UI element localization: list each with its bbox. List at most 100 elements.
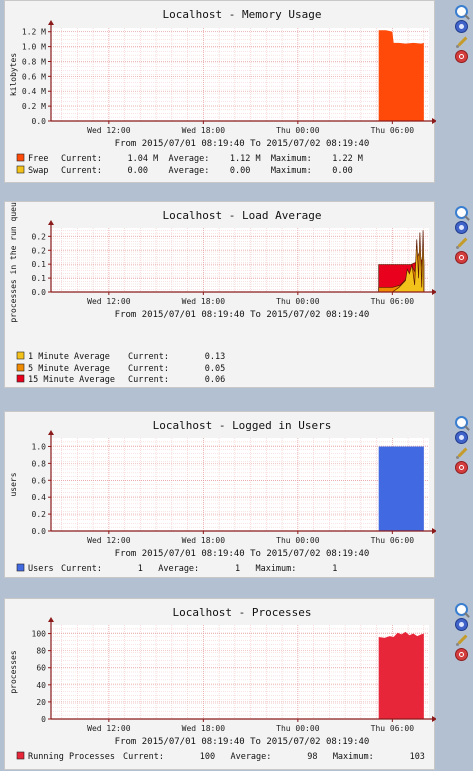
zoom-icon[interactable] [455,5,468,18]
x-axis-arrow [432,716,436,722]
y-tick-label: 0.8 [32,459,47,468]
chart-title: Localhost - Processes [172,606,311,619]
legend-stats: Current: 0.13 [128,352,225,362]
x-tick-label: Thu 00:00 [276,297,320,306]
y-tick-label: 100 [32,630,47,639]
edit-icon[interactable] [455,633,468,646]
y-axis-arrow [48,20,54,25]
y-tick-label: 0.2 M [22,102,46,111]
chart-title: Localhost - Logged in Users [153,419,332,432]
navigate-icon[interactable] [455,618,468,631]
edit-icon[interactable] [455,446,468,459]
chart-title: Localhost - Load Average [163,209,322,222]
zoom-icon[interactable] [455,416,468,429]
x-axis-label: From 2015/07/01 08:19:40 To 2015/07/02 0… [115,737,370,747]
x-tick-label: Wed 18:00 [182,126,226,135]
legend-swatch [16,363,25,372]
graph-image[interactable]: 0.0 0.2 M 0.4 M 0.6 M 0.8 M 1.0 M 1.2 M Wed 12:… [4,0,436,183]
graph-panel: 0.0 0.2 M 0.4 M 0.6 M 0.8 M 1.0 M 1.2 M Wed 12:… [0,0,468,183]
legend-series-name: Swap [28,166,48,176]
y-tick-label: 0.2 [32,232,47,241]
graph-image[interactable]: 0 20 40 60 80 100 Wed 12:00 Wed 18:00 Thu 00:00 T… [4,598,436,770]
legend-swatch [16,153,25,162]
graph-image[interactable]: 0.0 0.1 0.1 0.2 0.2 Wed 12:00 Wed 18:00 Thu 00:… [4,201,436,388]
y-tick-label: 0.6 [32,476,47,485]
delete-icon[interactable] [455,648,468,661]
zoom-icon[interactable] [455,603,468,616]
y-axis-arrow [48,220,54,225]
legend-swatch [16,751,25,760]
y-axis-label: processes in the run queue [9,202,18,323]
legend-series-name: 1 Minute Average [28,352,110,362]
y-axis-arrow [48,617,54,622]
x-tick-label: Thu 06:00 [371,126,415,135]
legend-stats: Current: 1.04 M Average: 1.12 M Maximum:… [61,154,363,164]
x-tick-label: Wed 12:00 [87,126,131,135]
x-axis-label: From 2015/07/01 08:19:40 To 2015/07/02 0… [115,139,370,149]
x-tick-label: Thu 00:00 [276,536,320,545]
y-tick-label: 1.2 M [22,28,46,37]
navigate-icon[interactable] [455,221,468,234]
legend-series-name: Free [28,154,48,164]
x-tick-label: Wed 12:00 [87,536,131,545]
y-tick-label: 0.6 M [22,72,46,81]
legend-stats: Current: 0.00 Average: 0.00 Maximum: 0.0… [61,166,353,176]
y-tick-label: 0.2 [32,510,47,519]
series-area-free [378,30,424,121]
chart-svg: 0 20 40 60 80 100 Wed 12:00 Wed 18:00 Thu 00:00 T… [9,606,436,762]
x-tick-label: Wed 18:00 [182,536,226,545]
navigate-icon[interactable] [455,20,468,33]
legend-stats: Current: 0.06 [128,375,225,385]
chart-svg: 0.0 0.2 0.4 0.6 0.8 1.0 Wed 12:00 Wed 18:00 Thu … [9,419,436,574]
y-tick-label: 1.0 [32,442,47,451]
y-tick-label: 0.4 M [22,87,46,96]
x-axis-arrow [432,289,436,295]
legend-swatch [16,374,25,383]
y-tick-label: 0.2 [32,246,47,255]
y-tick-label: 1.0 M [22,43,46,52]
delete-icon[interactable] [455,251,468,264]
x-tick-label: Thu 06:00 [371,536,415,545]
chart-svg: 0.0 0.2 M 0.4 M 0.6 M 0.8 M 1.0 M 1.2 M Wed 12:… [9,8,436,176]
y-axis-arrow [48,430,54,435]
legend-stats: Current: 1 Average: 1 Maximum: 1 [61,564,337,574]
legend-series-name: Running Processes [28,752,115,762]
legend-swatch [16,563,25,572]
y-tick-label: 0.8 M [22,57,46,66]
x-tick-label: Thu 06:00 [371,724,415,733]
legend-stats: Current: 0.05 [128,364,225,374]
y-tick-label: 0.0 [32,288,47,297]
x-axis-arrow [432,528,436,534]
zoom-icon[interactable] [455,206,468,219]
y-tick-label: 60 [36,664,46,673]
x-tick-label: Thu 06:00 [371,297,415,306]
navigate-icon[interactable] [455,431,468,444]
y-tick-label: 0.1 [32,274,47,283]
y-tick-label: 80 [36,647,46,656]
y-tick-label: 0 [41,715,46,724]
x-axis-arrow [432,118,436,124]
legend-swatch [16,351,25,360]
series-area-running-processes [378,631,424,719]
graph-panel: 0.0 0.1 0.1 0.2 0.2 Wed 12:00 Wed 18:00 Thu 00:… [0,201,468,388]
delete-icon[interactable] [455,461,468,474]
y-tick-label: 0.0 [32,527,47,536]
graph-image[interactable]: 0.0 0.2 0.4 0.6 0.8 1.0 Wed 12:00 Wed 18:00 Thu … [4,411,436,578]
x-axis-label: From 2015/07/01 08:19:40 To 2015/07/02 0… [115,549,370,559]
y-tick-label: 40 [36,681,46,690]
graph-panel: 0 20 40 60 80 100 Wed 12:00 Wed 18:00 Thu 00:00 T… [0,598,468,770]
x-tick-label: Wed 18:00 [182,724,226,733]
legend-stats: Current: 100 Average: 98 Maximum: 103 [123,752,425,762]
edit-icon[interactable] [455,236,468,249]
x-tick-label: Thu 00:00 [276,126,320,135]
delete-icon[interactable] [455,50,468,63]
edit-icon[interactable] [455,35,468,48]
x-tick-label: Wed 12:00 [87,724,131,733]
x-tick-label: Wed 12:00 [87,297,131,306]
y-axis-label: kilobytes [9,53,18,97]
y-tick-label: 0.0 [32,117,47,126]
graph-panel: 0.0 0.2 0.4 0.6 0.8 1.0 Wed 12:00 Wed 18:00 Thu … [0,411,468,578]
legend-swatch [16,165,25,174]
series-area-users [378,446,424,531]
y-axis-label: processes [9,650,18,694]
